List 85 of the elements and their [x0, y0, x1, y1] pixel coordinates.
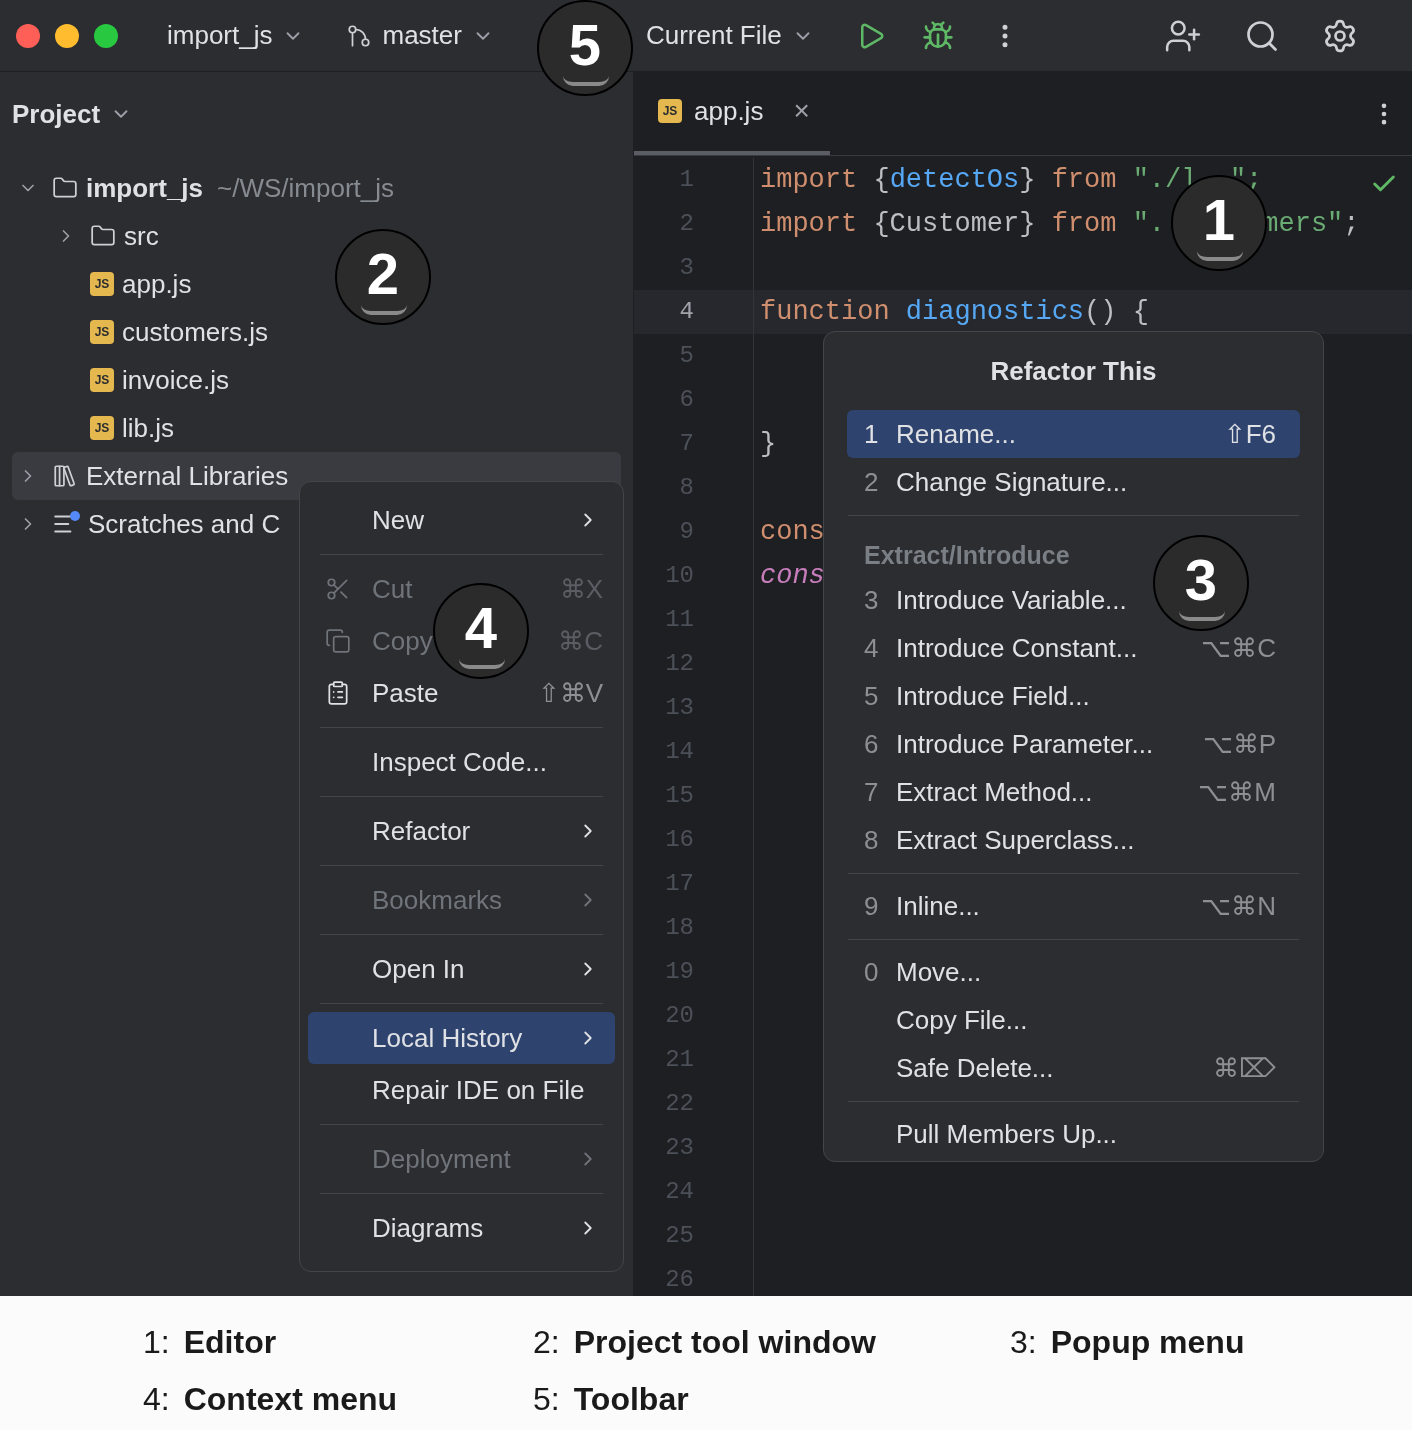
menu-item-number: 8 — [864, 823, 879, 857]
menu-item-number: 1 — [864, 417, 879, 451]
menu-item[interactable]: Move... — [896, 952, 982, 992]
menu-item-number: 7 — [864, 775, 879, 809]
menu-item[interactable]: Introduce Constant... — [896, 628, 1138, 668]
code-line: function diagnostics() { — [760, 295, 1149, 329]
legend-label: Popup menu — [1050, 1323, 1245, 1362]
menu-item-number: 2 — [864, 465, 879, 499]
legend-number: 5: — [533, 1380, 560, 1419]
tree-item[interactable]: External Libraries — [86, 456, 289, 496]
menu-item[interactable]: Open In — [372, 949, 465, 989]
debug-icon[interactable] — [921, 19, 954, 52]
code-line: import {Customer} from ". — [760, 207, 1166, 241]
copy-icon — [325, 628, 351, 654]
js-file-icon: JS — [90, 368, 114, 392]
menu-item[interactable]: Diagrams — [372, 1208, 484, 1248]
tree-item[interactable]: import_js — [86, 168, 204, 208]
legend-number: 4: — [143, 1380, 170, 1419]
menu-item-number: 0 — [864, 955, 879, 989]
library-icon — [52, 463, 78, 489]
menu-item[interactable]: Inline... — [896, 886, 980, 926]
project-selector[interactable]: import_js — [167, 16, 305, 55]
shortcut: ⌥⌘C — [1201, 631, 1276, 665]
line-number: 4 — [678, 297, 694, 327]
project-panel-title[interactable]: Project — [12, 94, 133, 134]
shortcut: ⌥⌘N — [1201, 889, 1276, 923]
menu-item-number: 3 — [864, 583, 879, 617]
branch-selector[interactable]: master — [346, 16, 494, 55]
menu-item[interactable]: Copy File... — [896, 1000, 1028, 1040]
menu-item[interactable]: Introduce Parameter... — [896, 724, 1154, 764]
tree-item[interactable]: customers.js — [122, 312, 268, 352]
tree-item[interactable]: lib.js — [122, 408, 174, 448]
legend-number: 3: — [1010, 1323, 1037, 1362]
editor-tab[interactable]: JS app.js × — [634, 72, 830, 155]
shortcut: ⇧⌘V — [537, 676, 603, 710]
menu-item[interactable]: Safe Delete... — [896, 1048, 1054, 1088]
tree-item[interactable]: app.js — [122, 264, 192, 304]
menu-item[interactable]: Local History — [372, 1018, 523, 1058]
legend-number: 1: — [143, 1323, 170, 1362]
legend-label: Editor — [183, 1323, 277, 1362]
js-file-icon: JS — [90, 416, 114, 440]
menu-item[interactable]: Repair IDE on File — [372, 1070, 585, 1110]
code-line: cons — [760, 559, 825, 593]
run-configuration-selector[interactable]: Current File — [645, 16, 814, 55]
menu-item-number: 6 — [864, 727, 879, 761]
legend-number: 2: — [533, 1323, 560, 1362]
legend-label: Project tool window — [573, 1323, 876, 1362]
menu-item[interactable]: Introduce Field... — [896, 676, 1090, 716]
code-line: cons — [760, 515, 825, 549]
path-hint: ~/WS/import_js — [217, 171, 395, 205]
menu-item[interactable]: Refactor — [372, 811, 471, 851]
menu-item-number: 9 — [864, 889, 879, 923]
zoom-window-button[interactable] — [94, 23, 118, 48]
shortcut: ⇧F6 — [1223, 417, 1276, 451]
section-header: Extract/Introduce — [864, 539, 1070, 571]
clipboard-icon — [325, 680, 351, 706]
close-window-button[interactable] — [16, 23, 40, 48]
menu-item[interactable]: New — [372, 500, 424, 540]
menu-item[interactable]: Inspect Code... — [372, 742, 547, 782]
close-tab-button[interactable]: × — [793, 90, 810, 132]
tree-item[interactable]: Scratches and C — [88, 504, 281, 544]
tree-item[interactable]: src — [124, 216, 159, 256]
menu-item[interactable]: Introduce Variable... — [896, 580, 1127, 620]
shortcut: ⌘⌦ — [1213, 1051, 1276, 1085]
menu-item[interactable]: Pull Members Up... — [896, 1114, 1118, 1154]
popup-title: Refactor This — [990, 354, 1157, 388]
code-line: } — [760, 427, 777, 461]
js-file-icon: JS — [658, 99, 682, 123]
legend-label: Toolbar — [573, 1380, 689, 1419]
folder-icon — [52, 175, 78, 201]
menu-item[interactable]: Rename... — [896, 414, 1016, 454]
branch-icon — [346, 22, 373, 49]
minimize-window-button[interactable] — [55, 23, 79, 48]
legend-label: Context menu — [183, 1380, 398, 1419]
menu-item[interactable]: Extract Method... — [896, 772, 1093, 812]
tree-item[interactable]: invoice.js — [122, 360, 229, 400]
js-file-icon: JS — [90, 320, 114, 344]
js-file-icon: JS — [90, 272, 114, 296]
menu-item-number: 5 — [864, 679, 879, 713]
folder-icon — [90, 223, 116, 249]
shortcut: ⌥⌘M — [1198, 775, 1276, 809]
menu-item[interactable]: Extract Superclass... — [896, 820, 1135, 860]
menu-item-number: 4 — [864, 631, 879, 665]
menu-item[interactable]: Change Signature... — [896, 462, 1128, 502]
shortcut: ⌥⌘P — [1202, 727, 1276, 761]
